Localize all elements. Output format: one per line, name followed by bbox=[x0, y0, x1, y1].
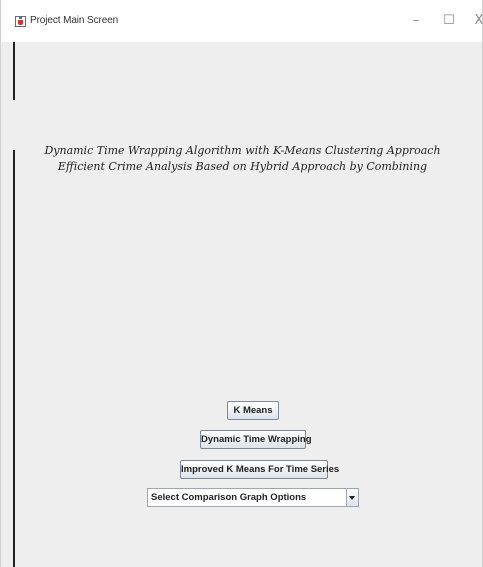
improved-kmeans-button[interactable]: Improved K Means For Time Series bbox=[180, 460, 339, 479]
triangle-down-icon bbox=[349, 496, 355, 500]
window-left-edge bbox=[13, 42, 15, 567]
minimize-button[interactable]: – bbox=[404, 12, 428, 30]
kmeans-button[interactable]: K Means bbox=[227, 401, 279, 420]
title-bar[interactable]: Project Main Screen – ☐ X bbox=[1, 0, 483, 42]
dynamic-time-wrapping-button[interactable]: Dynamic Time Wrapping bbox=[200, 430, 312, 449]
java-cup-icon bbox=[15, 16, 26, 27]
heading-line-2: Efficient Crime Analysis Based on Hybrid… bbox=[57, 160, 428, 173]
window-title: Project Main Screen bbox=[30, 15, 119, 26]
heading-line-1: Dynamic Time Wrapping Algorithm with K-M… bbox=[44, 144, 441, 157]
app-window: Project Main Screen – ☐ X Dynamic Time W… bbox=[0, 0, 483, 567]
left-edge-gap bbox=[13, 100, 15, 150]
close-button[interactable]: X bbox=[467, 12, 483, 30]
steam-mark bbox=[19, 17, 22, 19]
select-value: Select Comparison Graph Options bbox=[151, 492, 307, 503]
dropdown-arrow-button[interactable] bbox=[346, 489, 358, 506]
comparison-graph-select[interactable]: Select Comparison Graph Options bbox=[147, 488, 359, 507]
maximize-button[interactable]: ☐ bbox=[437, 12, 461, 30]
mug-mark bbox=[18, 20, 23, 25]
